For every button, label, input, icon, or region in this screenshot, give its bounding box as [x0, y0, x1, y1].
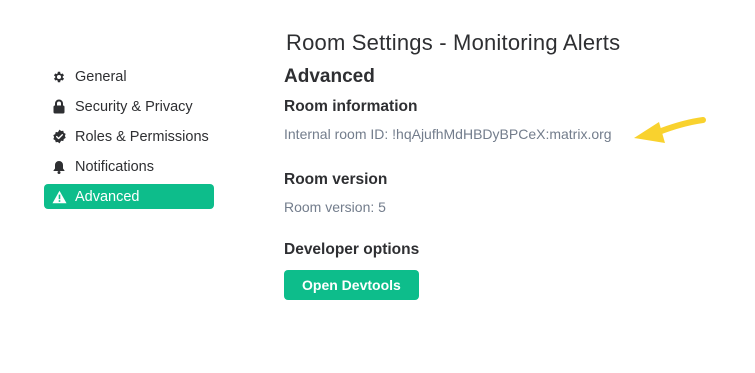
sidebar-item-label: Advanced — [75, 188, 140, 205]
sidebar-item-general[interactable]: General — [44, 64, 214, 89]
developer-options-block: Developer options Open Devtools — [284, 241, 419, 300]
sidebar-item-label: Notifications — [75, 158, 154, 175]
settings-sidebar: General Security & Privacy Roles & Permi… — [44, 64, 214, 214]
dialog-title: Room Settings - Monitoring Alerts — [286, 30, 621, 55]
room-version-value: Room version: 5 — [284, 199, 386, 215]
open-devtools-button[interactable]: Open Devtools — [284, 270, 419, 300]
sidebar-item-roles-permissions[interactable]: Roles & Permissions — [44, 124, 214, 149]
warning-icon — [51, 189, 67, 205]
sidebar-item-label: Roles & Permissions — [75, 128, 209, 145]
section-title: Advanced — [284, 66, 375, 87]
lock-icon — [51, 99, 67, 115]
arrow-icon — [634, 117, 706, 143]
sidebar-item-label: General — [75, 68, 127, 85]
sidebar-item-label: Security & Privacy — [75, 98, 193, 115]
bell-icon — [51, 159, 67, 175]
gear-icon — [51, 69, 67, 85]
sidebar-item-notifications[interactable]: Notifications — [44, 154, 214, 179]
room-version-heading: Room version — [284, 171, 388, 188]
sidebar-item-advanced[interactable]: Advanced — [44, 184, 214, 209]
developer-options-heading: Developer options — [284, 241, 420, 258]
room-version-block: Room version Room version: 5 — [284, 171, 387, 215]
badge-check-icon — [51, 129, 67, 145]
sidebar-item-security-privacy[interactable]: Security & Privacy — [44, 94, 214, 119]
